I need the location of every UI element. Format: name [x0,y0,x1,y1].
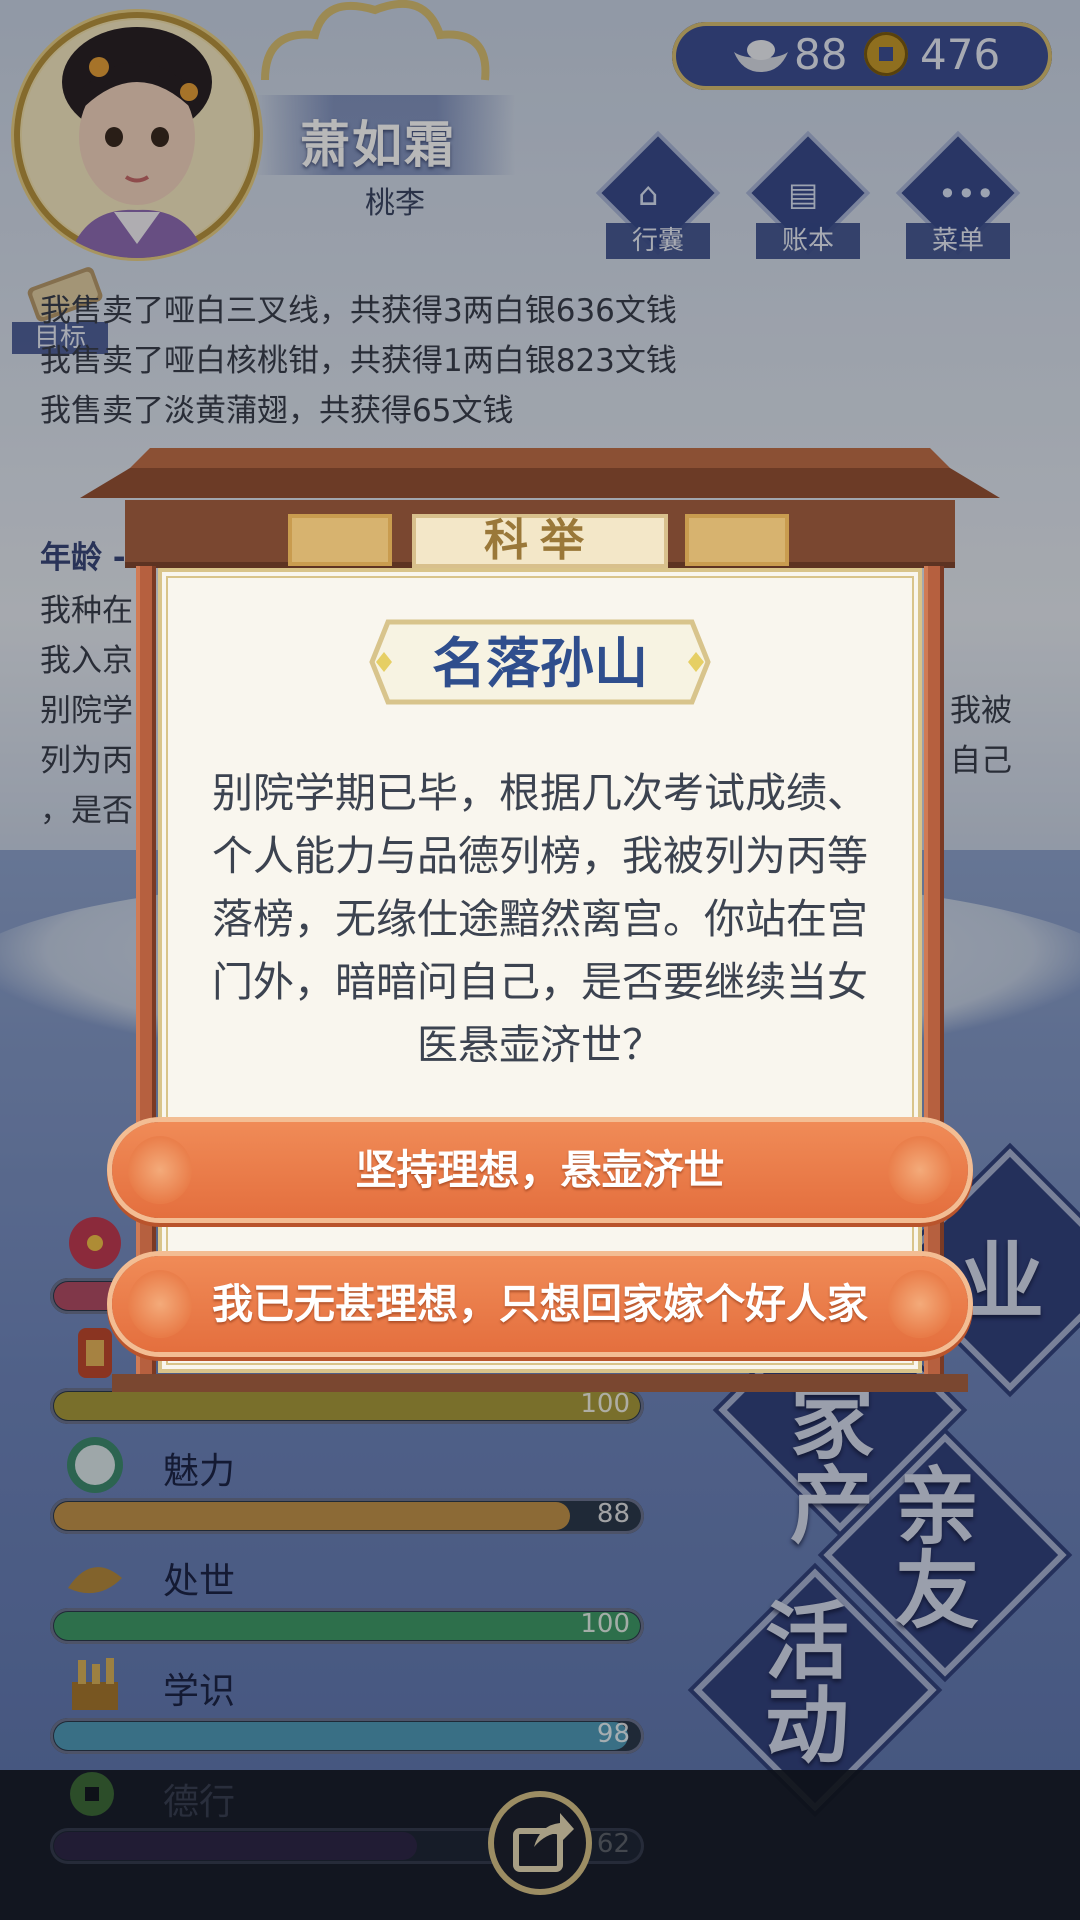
choice-button-go-home[interactable]: 我已无甚理想，只想回家嫁个好人家 [112,1256,968,1352]
category-title: 科举 [484,515,596,566]
lattice-panel [685,514,789,566]
modal-base [112,1374,968,1392]
event-description: 别院学期已毕，根据几次考试成绩、个人能力与品德列榜，我被列为丙等落榜，无缘仕途黯… [212,769,868,1069]
category-plaque: 科举 [412,514,668,568]
pavilion-roof [80,448,1000,498]
result-title: 名落孙山 [432,632,648,695]
game-screen: 萧如霜 桃李 88 476 ⌂ 行囊 ▤ 账本 ••• 菜单 目标 我售卖了哑白… [0,0,1080,1920]
choice-label: 坚持理想，悬壶济世 [355,1146,725,1194]
lattice-panel [288,514,392,566]
choice-button-continue[interactable]: 坚持理想，悬壶济世 [112,1122,968,1218]
choice-label: 我已无甚理想，只想回家嫁个好人家 [212,1280,868,1328]
